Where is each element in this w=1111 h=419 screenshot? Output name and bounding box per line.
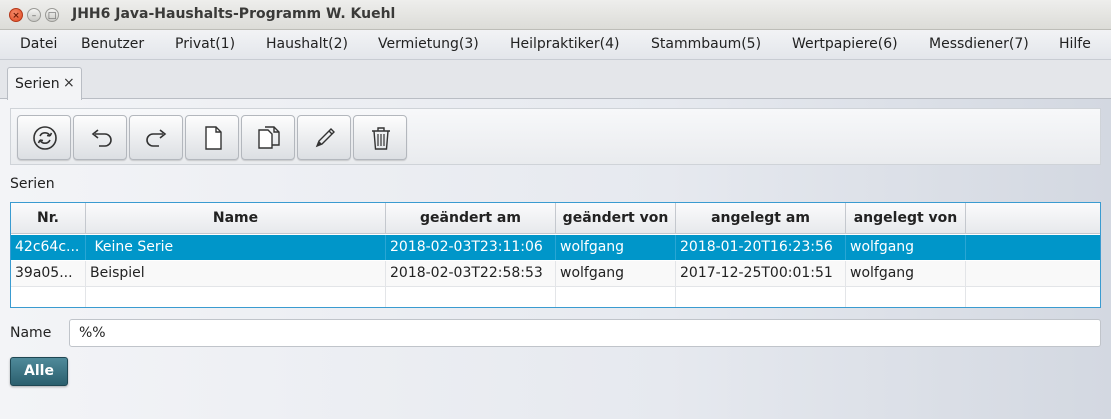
cell-name: Keine Serie (86, 235, 386, 260)
undo-button[interactable] (73, 115, 127, 160)
cell-nr: 39a05... (11, 261, 86, 286)
window-title: JHH6 Java-Haushalts-Programm W. Kuehl (72, 6, 396, 22)
maximize-window-button[interactable]: □ (45, 8, 59, 22)
delete-button[interactable] (353, 115, 407, 160)
edit-button[interactable] (297, 115, 351, 160)
row-divider (11, 286, 1100, 287)
minimize-window-button[interactable]: – (27, 8, 41, 22)
close-window-button[interactable]: × (9, 8, 23, 22)
redo-button[interactable] (129, 115, 183, 160)
menu-stammbaum[interactable]: Stammbaum(5) (651, 36, 761, 52)
column-header-nr[interactable]: Nr. (11, 203, 86, 234)
tab-serien[interactable]: Serien × (7, 67, 82, 100)
cell-empty (386, 286, 556, 307)
menu-hilfe[interactable]: Hilfe (1059, 36, 1091, 52)
column-header-geaendert-am[interactable]: geändert am (386, 203, 556, 234)
cell-angelegt-von: wolfgang (846, 235, 966, 260)
tab-serien-label: Serien (15, 76, 60, 92)
tab-strip: Serien × (0, 60, 1111, 100)
refresh-icon (33, 126, 57, 150)
table-header: Nr. Name geändert am geändert von angele… (11, 203, 1100, 234)
column-header-name[interactable]: Name (86, 203, 386, 234)
cell-name: Beispiel (86, 261, 386, 286)
table-row[interactable]: 39a05... Beispiel 2018-02-03T22:58:53 wo… (11, 261, 1100, 286)
menu-heilpraktiker[interactable]: Heilpraktiker(4) (510, 36, 619, 52)
menu-wertpapiere[interactable]: Wertpapiere(6) (792, 36, 898, 52)
menu-datei[interactable]: Datei (20, 36, 57, 52)
refresh-button[interactable] (17, 115, 71, 160)
menu-privat[interactable]: Privat(1) (175, 36, 235, 52)
menu-messdiener[interactable]: Messdiener(7) (929, 36, 1029, 52)
cell-empty (676, 286, 846, 307)
menu-haushalt[interactable]: Haushalt(2) (266, 36, 348, 52)
cell-geaendert-von: wolfgang (556, 261, 676, 286)
cell-empty (86, 286, 386, 307)
all-button[interactable]: Alle (10, 357, 68, 386)
cell-angelegt-am: 2018-01-20T16:23:56 (676, 235, 846, 260)
column-header-geaendert-von[interactable]: geändert von (556, 203, 676, 234)
cell-geaendert-am: 2018-02-03T22:58:53 (386, 261, 556, 286)
tab-close-icon[interactable]: × (63, 75, 75, 91)
table-row-empty (11, 286, 1100, 307)
cell-empty (846, 286, 966, 307)
edit-pencil-icon (315, 128, 335, 148)
copy-button[interactable] (241, 115, 295, 160)
cell-angelegt-am: 2017-12-25T00:01:51 (676, 261, 846, 286)
cell-geaendert-am: 2018-02-03T23:11:06 (386, 235, 556, 260)
window-titlebar: × – □ JHH6 Java-Haushalts-Programm W. Ku… (0, 0, 1111, 30)
new-document-icon (205, 126, 222, 150)
delete-trash-icon (372, 127, 390, 150)
name-filter-label: Name (10, 325, 52, 341)
copy-document-icon (258, 126, 280, 149)
menu-benutzer[interactable]: Benutzer (81, 36, 144, 52)
cell-empty (11, 286, 86, 307)
column-header-angelegt-von[interactable]: angelegt von (846, 203, 966, 234)
toolbar (10, 108, 1101, 165)
new-button[interactable] (185, 115, 239, 160)
section-title: Serien (10, 176, 55, 192)
column-header-angelegt-am[interactable]: angelegt am (676, 203, 846, 234)
cell-angelegt-von: wolfgang (846, 261, 966, 286)
undo-icon (91, 129, 112, 147)
serien-table[interactable]: Nr. Name geändert am geändert von angele… (10, 202, 1101, 308)
name-filter-input[interactable] (69, 319, 1101, 347)
cell-geaendert-von: wolfgang (556, 235, 676, 260)
cell-empty (556, 286, 676, 307)
cell-nr: 42c64c... (11, 235, 86, 260)
table-row[interactable]: 42c64c... Keine Serie 2018-02-03T23:11:0… (11, 235, 1100, 260)
menu-vermietung[interactable]: Vermietung(3) (378, 36, 479, 52)
redo-icon (146, 129, 167, 147)
menu-bar: Datei Benutzer Privat(1) Haushalt(2) Ver… (0, 30, 1111, 60)
